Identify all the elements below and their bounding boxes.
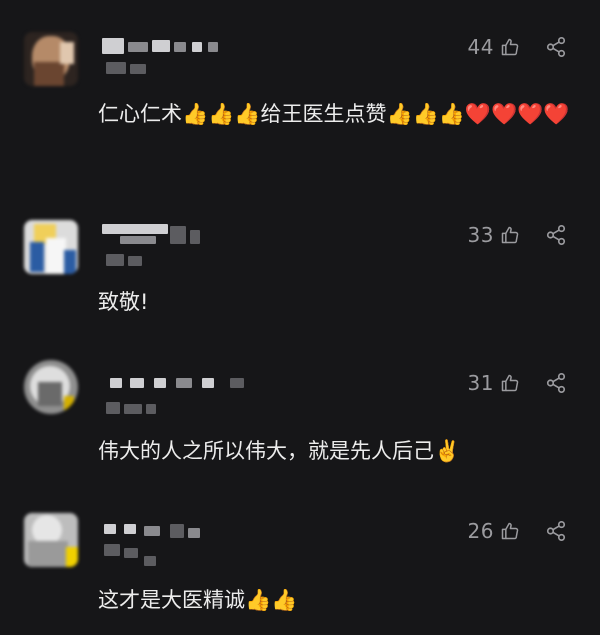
thumb-up-icon[interactable] [500, 225, 520, 245]
thumb-up-icon[interactable] [500, 521, 520, 541]
thumb-up-icon[interactable] [500, 37, 520, 57]
share-icon[interactable] [545, 224, 567, 246]
like-count: 26 [467, 519, 494, 543]
comment-text: 这才是大医精诚👍👍 [98, 588, 298, 612]
like-count: 31 [467, 371, 494, 395]
username-blurred[interactable] [100, 522, 230, 572]
like-control[interactable]: 33 [440, 223, 520, 247]
like-count: 44 [467, 35, 494, 59]
like-control[interactable]: 31 [440, 371, 520, 395]
share-icon[interactable] [545, 520, 567, 542]
username-blurred[interactable] [100, 36, 230, 86]
thumb-up-icon[interactable] [500, 373, 520, 393]
avatar[interactable] [24, 513, 78, 567]
avatar[interactable] [24, 220, 78, 274]
comment-text: 仁心仁术👍👍👍给王医生点赞👍👍👍❤️❤️❤️❤️ [98, 102, 570, 126]
avatar[interactable] [24, 32, 78, 86]
like-control[interactable]: 26 [440, 519, 520, 543]
avatar[interactable] [24, 360, 78, 414]
username-blurred[interactable] [100, 222, 230, 272]
comment-text: 伟大的人之所以伟大，就是先人后己✌️ [98, 439, 461, 463]
like-control[interactable]: 44 [440, 35, 520, 59]
like-count: 33 [467, 223, 494, 247]
share-icon[interactable] [545, 36, 567, 58]
share-icon[interactable] [545, 372, 567, 394]
comment-text: 致敬! [98, 290, 149, 314]
username-blurred[interactable] [100, 374, 244, 424]
